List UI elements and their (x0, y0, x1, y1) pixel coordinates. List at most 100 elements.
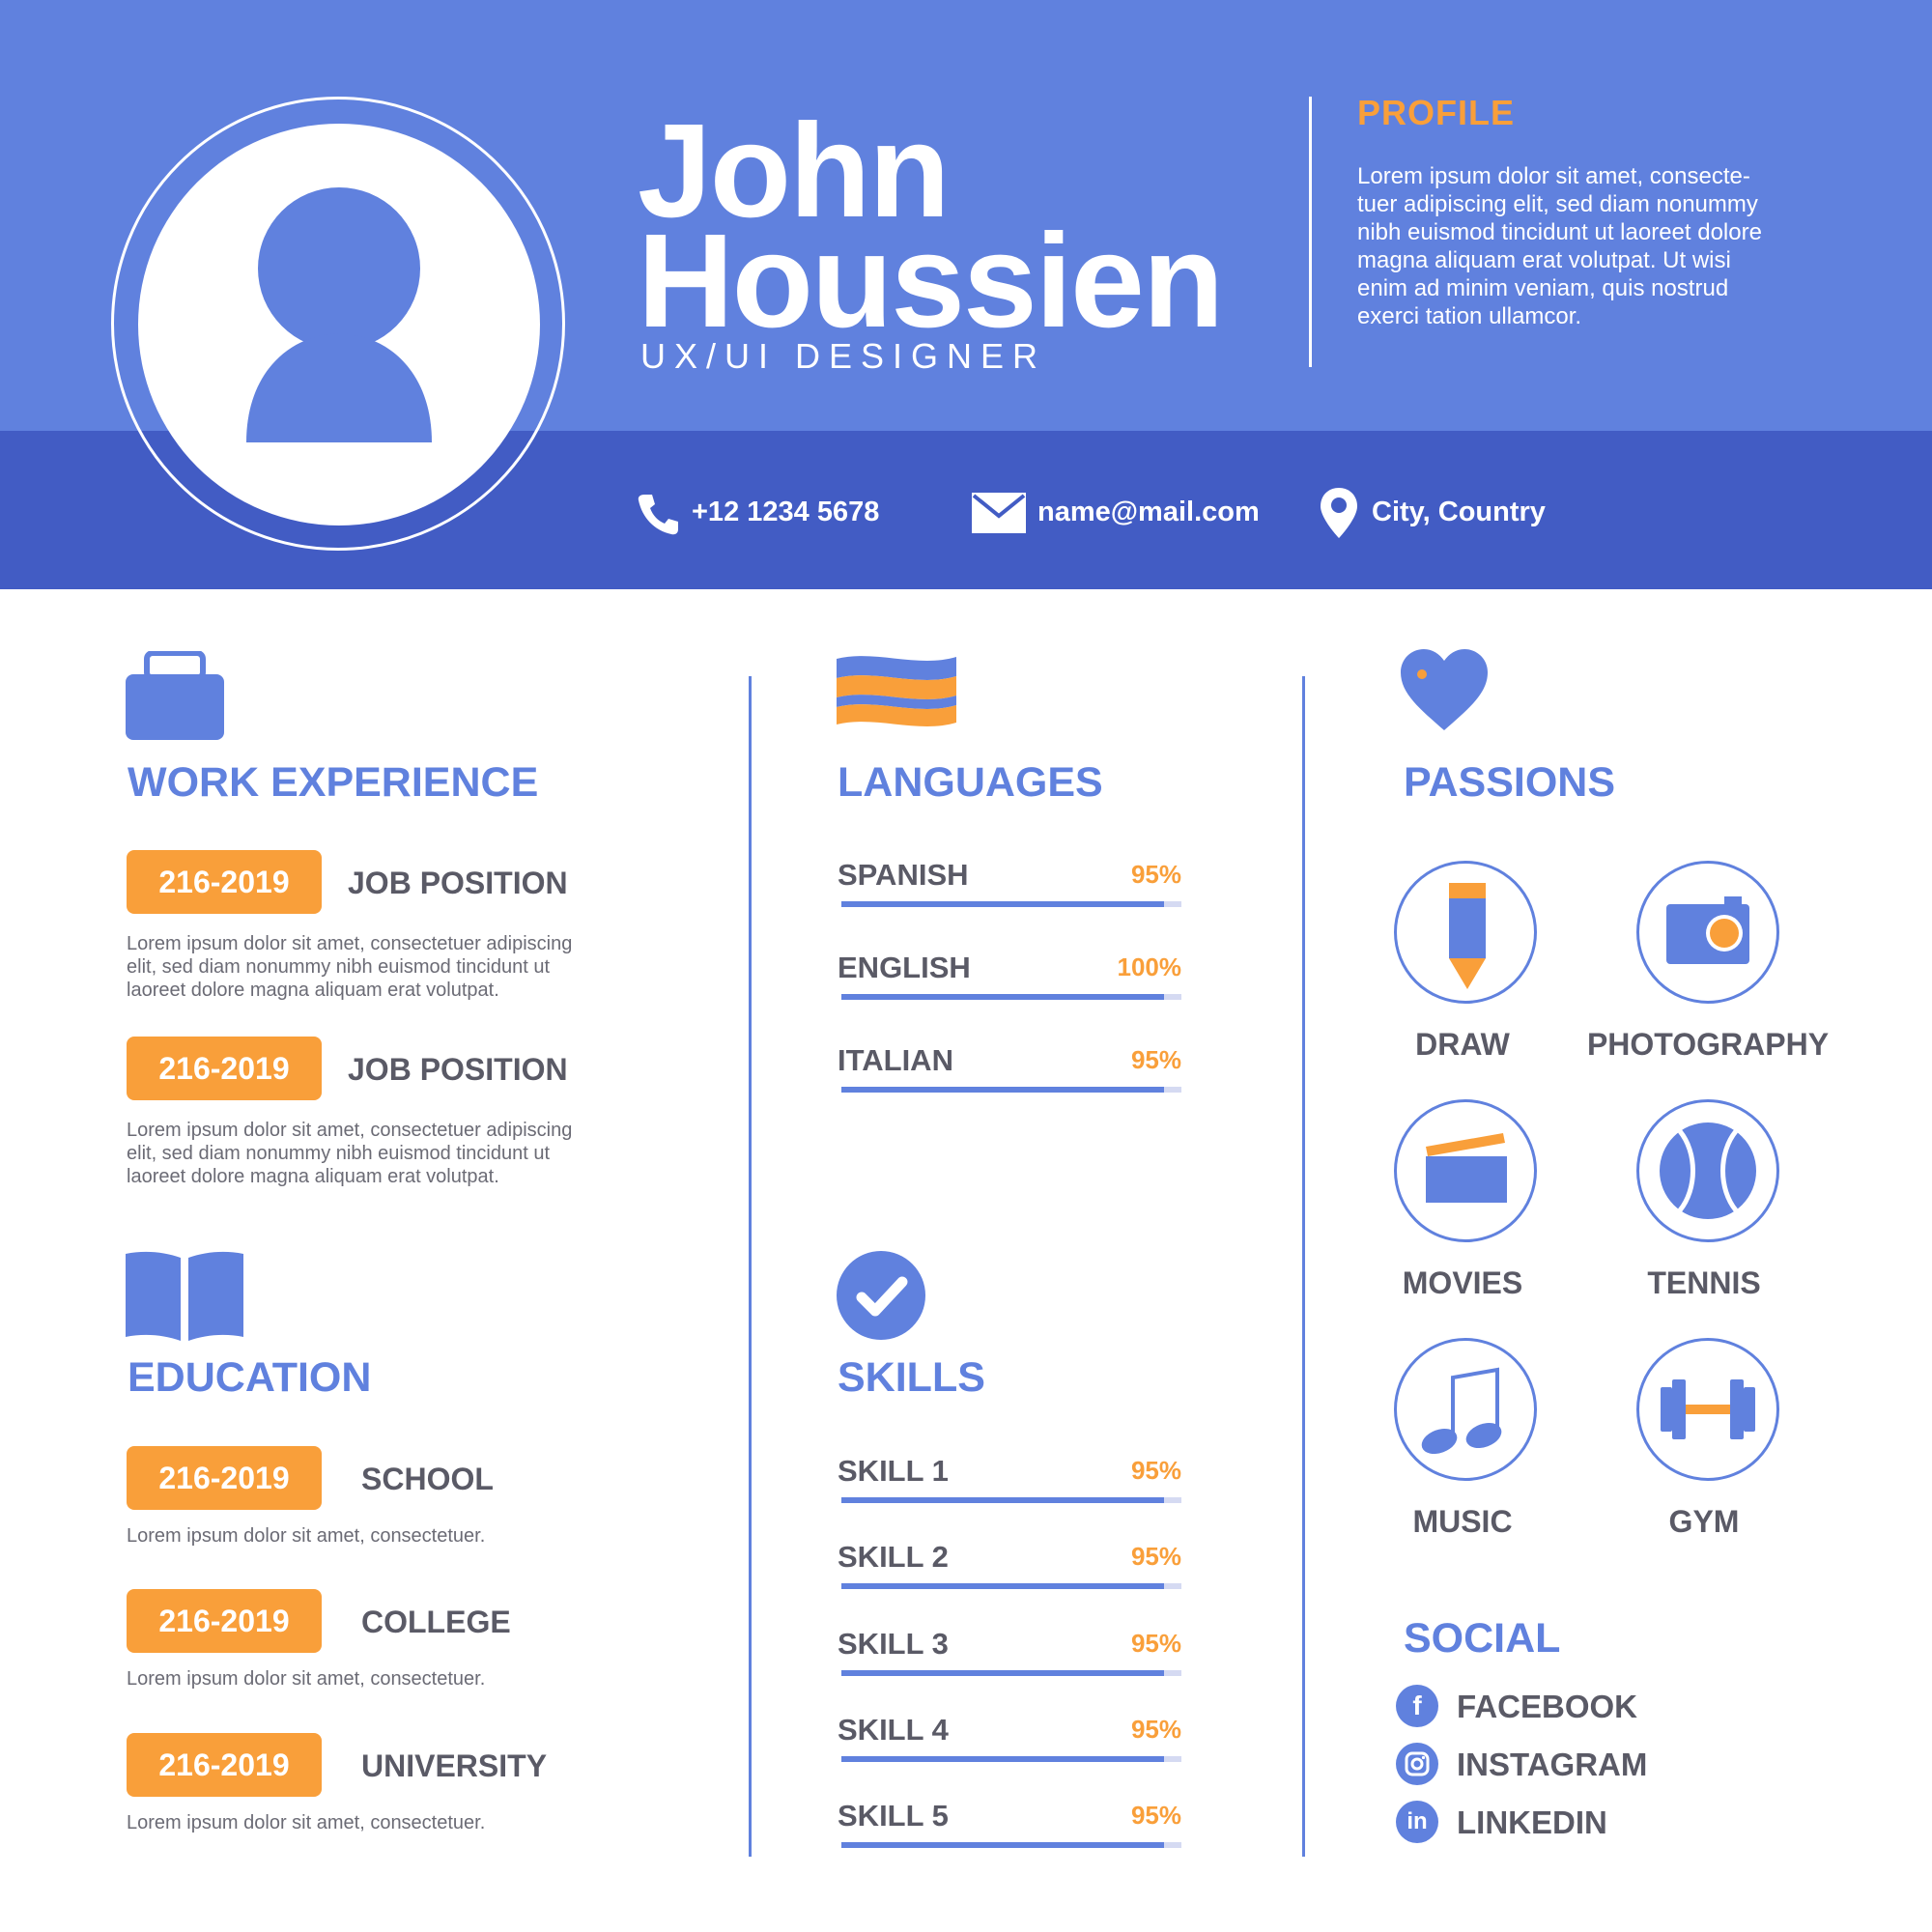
social-facebook-link[interactable]: FACEBOOK (1457, 1689, 1637, 1725)
book-icon (126, 1251, 243, 1341)
profile-text: Lorem ipsum dolor sit amet, consecte- tu… (1357, 162, 1860, 330)
skill-percent: 95% (1130, 1456, 1181, 1485)
dumbbell-icon (1661, 1379, 1755, 1439)
email-address[interactable]: name@mail.com (1037, 497, 1260, 528)
social-title: SOCIAL (1404, 1615, 1561, 1662)
location-pin-icon (1321, 488, 1357, 538)
language-percent: 100% (1117, 952, 1182, 981)
passion-gym-circle (1636, 1338, 1779, 1481)
skill-percent: 95% (1130, 1629, 1181, 1658)
desc-line: elit, sed diam nonummy nibh euismod tinc… (127, 956, 551, 978)
language-label: ITALIAN (838, 1043, 953, 1077)
desc-line: elit, sed diam nonummy nibh euismod tinc… (127, 1143, 551, 1164)
skill-bar-fill (841, 1583, 1165, 1589)
skills-title: SKILLS (838, 1354, 985, 1401)
desc-line: Lorem ipsum dolor sit amet, consectetuer… (127, 1120, 573, 1141)
education-period-badge: 216-2019 (127, 1733, 322, 1797)
education-college-label: COLLEGE (361, 1605, 511, 1639)
skill-label: SKILL 5 (838, 1799, 949, 1833)
instagram-icon[interactable] (1396, 1743, 1438, 1785)
language-bar-track (841, 901, 1181, 907)
profile-line: nibh euismod tincidunt ut laoreet dolore (1357, 219, 1762, 245)
passion-photography-label: PHOTOGRAPHY (1586, 1027, 1830, 1062)
job-title: UX/UI DESIGNER (640, 336, 1047, 376)
languages-title: LANGUAGES (838, 759, 1103, 806)
profile-line: Lorem ipsum dolor sit amet, consecte- (1357, 163, 1750, 189)
music-note-icon (1421, 1367, 1502, 1455)
skill-label: SKILL 2 (838, 1540, 949, 1574)
skill-bar-track (841, 1583, 1181, 1589)
phone-icon (638, 495, 678, 535)
passion-gym-label: GYM (1668, 1504, 1740, 1539)
profile-line: enim ad minim veniam, quis nostrud (1357, 275, 1729, 301)
phone-number[interactable]: +12 1234 5678 (692, 497, 879, 528)
linkedin-icon[interactable]: in (1396, 1801, 1438, 1843)
mail-icon (972, 493, 1026, 533)
desc-line: Lorem ipsum dolor sit amet, consectetuer… (127, 933, 573, 954)
language-bar-fill (841, 1087, 1165, 1093)
desc-line: laoreet dolore magna aliquam erat volutp… (127, 1166, 499, 1187)
social-instagram-link[interactable]: INSTAGRAM (1457, 1747, 1647, 1783)
clapperboard-icon (1426, 1133, 1507, 1203)
skill-percent: 95% (1130, 1715, 1181, 1744)
education-title: EDUCATION (128, 1354, 372, 1401)
flag-icon (837, 656, 956, 726)
passion-movies-circle (1394, 1099, 1537, 1242)
passion-draw-label: DRAW (1415, 1027, 1510, 1062)
profile-line: exerci tation ullamcor. (1357, 303, 1582, 329)
skill-bar-fill (841, 1497, 1165, 1503)
column-divider-right (1302, 676, 1305, 1857)
language-bar-track (841, 1087, 1181, 1093)
education-description: Lorem ipsum dolor sit amet, consectetuer… (127, 1812, 486, 1833)
heart-icon (1401, 649, 1488, 730)
skill-bar-track (841, 1670, 1181, 1676)
profile-title: PROFILE (1357, 93, 1516, 132)
desc-line: laoreet dolore magna aliquam erat volutp… (127, 980, 499, 1001)
skill-label: SKILL 4 (838, 1713, 949, 1747)
language-bar-track (841, 994, 1181, 1000)
camera-icon (1666, 896, 1749, 964)
skill-percent: 95% (1130, 1801, 1181, 1830)
work-experience-title: WORK EXPERIENCE (128, 759, 539, 806)
language-percent: 95% (1130, 860, 1181, 889)
location-text: City, Country (1372, 497, 1546, 527)
tennis-ball-icon (1660, 1122, 1756, 1219)
facebook-icon[interactable]: f (1396, 1685, 1438, 1727)
skill-bar-fill (841, 1842, 1165, 1848)
skill-percent: 95% (1130, 1542, 1181, 1571)
skill-bar-track (841, 1842, 1181, 1848)
work-period-badge: 216-2019 (127, 1037, 322, 1100)
column-divider-left (749, 676, 752, 1857)
passion-tennis-circle (1636, 1099, 1779, 1242)
language-label: ENGLISH (838, 951, 971, 984)
education-period-badge: 216-2019 (127, 1589, 322, 1653)
education-description: Lorem ipsum dolor sit amet, consectetuer… (127, 1525, 486, 1547)
skill-label: SKILL 1 (838, 1454, 949, 1488)
passions-title: PASSIONS (1404, 759, 1616, 806)
profile-line: tuer adipiscing elit, sed diam nonummy (1357, 191, 1758, 217)
passion-music-circle (1394, 1338, 1537, 1481)
education-description: Lorem ipsum dolor sit amet, consectetuer… (127, 1668, 486, 1690)
job-position-label: JOB POSITION (348, 866, 568, 900)
passion-draw-circle (1394, 861, 1537, 1004)
profile-line: magna aliquam erat volutpat. Ut wisi (1357, 247, 1731, 273)
user-silhouette-icon (246, 187, 432, 442)
skill-bar-fill (841, 1670, 1165, 1676)
social-linkedin-link[interactable]: LINKEDIN (1457, 1804, 1607, 1841)
education-school-label: SCHOOL (361, 1462, 494, 1496)
last-name: Houssien (638, 207, 1224, 355)
checkmark-icon (837, 1251, 925, 1340)
education-period-badge: 216-2019 (127, 1446, 322, 1510)
skill-bar-track (841, 1497, 1181, 1503)
language-label: SPANISH (838, 858, 969, 892)
education-university-label: UNIVERSITY (361, 1748, 548, 1783)
work-period-badge: 216-2019 (127, 850, 322, 914)
job-description: Lorem ipsum dolor sit amet, consectetuer… (127, 1119, 668, 1188)
passion-movies-label: MOVIES (1402, 1265, 1523, 1300)
instagram-glyph-icon (1405, 1751, 1430, 1776)
language-bar-fill (841, 901, 1165, 907)
skill-bar-track (841, 1756, 1181, 1762)
passion-photography-circle (1636, 861, 1779, 1004)
job-position-label: JOB POSITION (348, 1052, 568, 1087)
pencil-icon (1449, 883, 1486, 989)
